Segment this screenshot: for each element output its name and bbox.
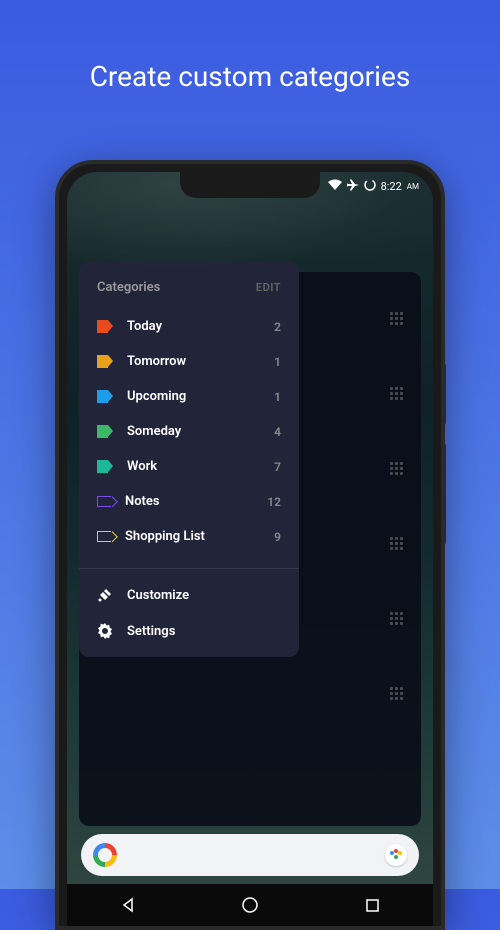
category-label: Notes xyxy=(125,494,253,509)
category-item[interactable]: Tomorrow 1 xyxy=(79,344,299,379)
drag-handle-icon[interactable] xyxy=(390,312,403,325)
category-label: Today xyxy=(127,319,260,334)
settings-button[interactable]: Settings xyxy=(79,613,299,649)
search-bar[interactable] xyxy=(81,834,419,876)
drag-handle-icon[interactable] xyxy=(390,537,403,550)
notch xyxy=(180,172,320,198)
sidebar-title: Categories xyxy=(97,280,160,295)
category-count: 9 xyxy=(274,530,281,544)
category-count: 4 xyxy=(274,425,281,439)
google-icon xyxy=(93,843,117,867)
category-count: 2 xyxy=(274,320,281,334)
category-item[interactable]: Notes 12 xyxy=(79,484,299,519)
category-count: 7 xyxy=(274,460,281,474)
category-count: 12 xyxy=(267,495,281,509)
divider xyxy=(79,568,299,569)
drag-handle-icon[interactable] xyxy=(390,612,403,625)
phone-frame: 8:22 AM Categories EDIT Today2Tomorrow1U… xyxy=(55,160,445,930)
category-item[interactable]: Shopping List 9 xyxy=(79,519,299,554)
customize-label: Customize xyxy=(127,588,189,603)
nav-bar xyxy=(67,884,433,926)
category-label: Someday xyxy=(127,424,260,439)
clock-ampm: AM xyxy=(407,182,419,191)
back-button[interactable] xyxy=(117,894,139,916)
category-label: Work xyxy=(127,459,260,474)
category-item[interactable]: Today 2 xyxy=(79,309,299,344)
volume-button xyxy=(443,444,446,544)
power-button xyxy=(443,364,446,424)
drag-handle-icon[interactable] xyxy=(390,687,403,700)
loading-icon xyxy=(364,179,376,194)
sidebar: Categories EDIT Today 2 Tomorrow 1 Upcoming 1… xyxy=(79,262,299,657)
drag-handle-icon[interactable] xyxy=(390,462,403,475)
home-button[interactable] xyxy=(239,894,261,916)
category-list: Today 2 Tomorrow 1 Upcoming 1 Someday 4 Work 7 Not… xyxy=(79,309,299,560)
customize-button[interactable]: Customize xyxy=(79,577,299,613)
category-item[interactable]: Work 7 xyxy=(79,449,299,484)
assistant-icon[interactable] xyxy=(385,844,407,866)
gear-icon xyxy=(97,623,113,639)
recents-button[interactable] xyxy=(361,894,383,916)
edit-button[interactable]: EDIT xyxy=(256,281,281,294)
airplane-icon xyxy=(347,179,359,194)
page-title: Create custom categories xyxy=(0,0,500,93)
category-label: Upcoming xyxy=(127,389,260,404)
category-item[interactable]: Someday 4 xyxy=(79,414,299,449)
tag-icon xyxy=(97,496,111,507)
settings-label: Settings xyxy=(127,624,175,639)
clock-time: 8:22 xyxy=(381,180,402,193)
tag-icon xyxy=(97,460,113,473)
customize-icon xyxy=(97,587,113,603)
category-count: 1 xyxy=(274,390,281,404)
category-count: 1 xyxy=(274,355,281,369)
drag-handle-icon[interactable] xyxy=(390,387,403,400)
tag-icon xyxy=(97,390,113,403)
phone-screen: 8:22 AM Categories EDIT Today2Tomorrow1U… xyxy=(67,172,433,926)
tag-icon xyxy=(97,425,113,438)
wifi-icon xyxy=(328,179,342,193)
category-item[interactable]: Upcoming 1 xyxy=(79,379,299,414)
tag-icon xyxy=(97,355,113,368)
tag-icon xyxy=(97,531,111,542)
tag-icon xyxy=(97,320,113,333)
category-label: Tomorrow xyxy=(127,354,260,369)
category-label: Shopping List xyxy=(125,529,260,544)
